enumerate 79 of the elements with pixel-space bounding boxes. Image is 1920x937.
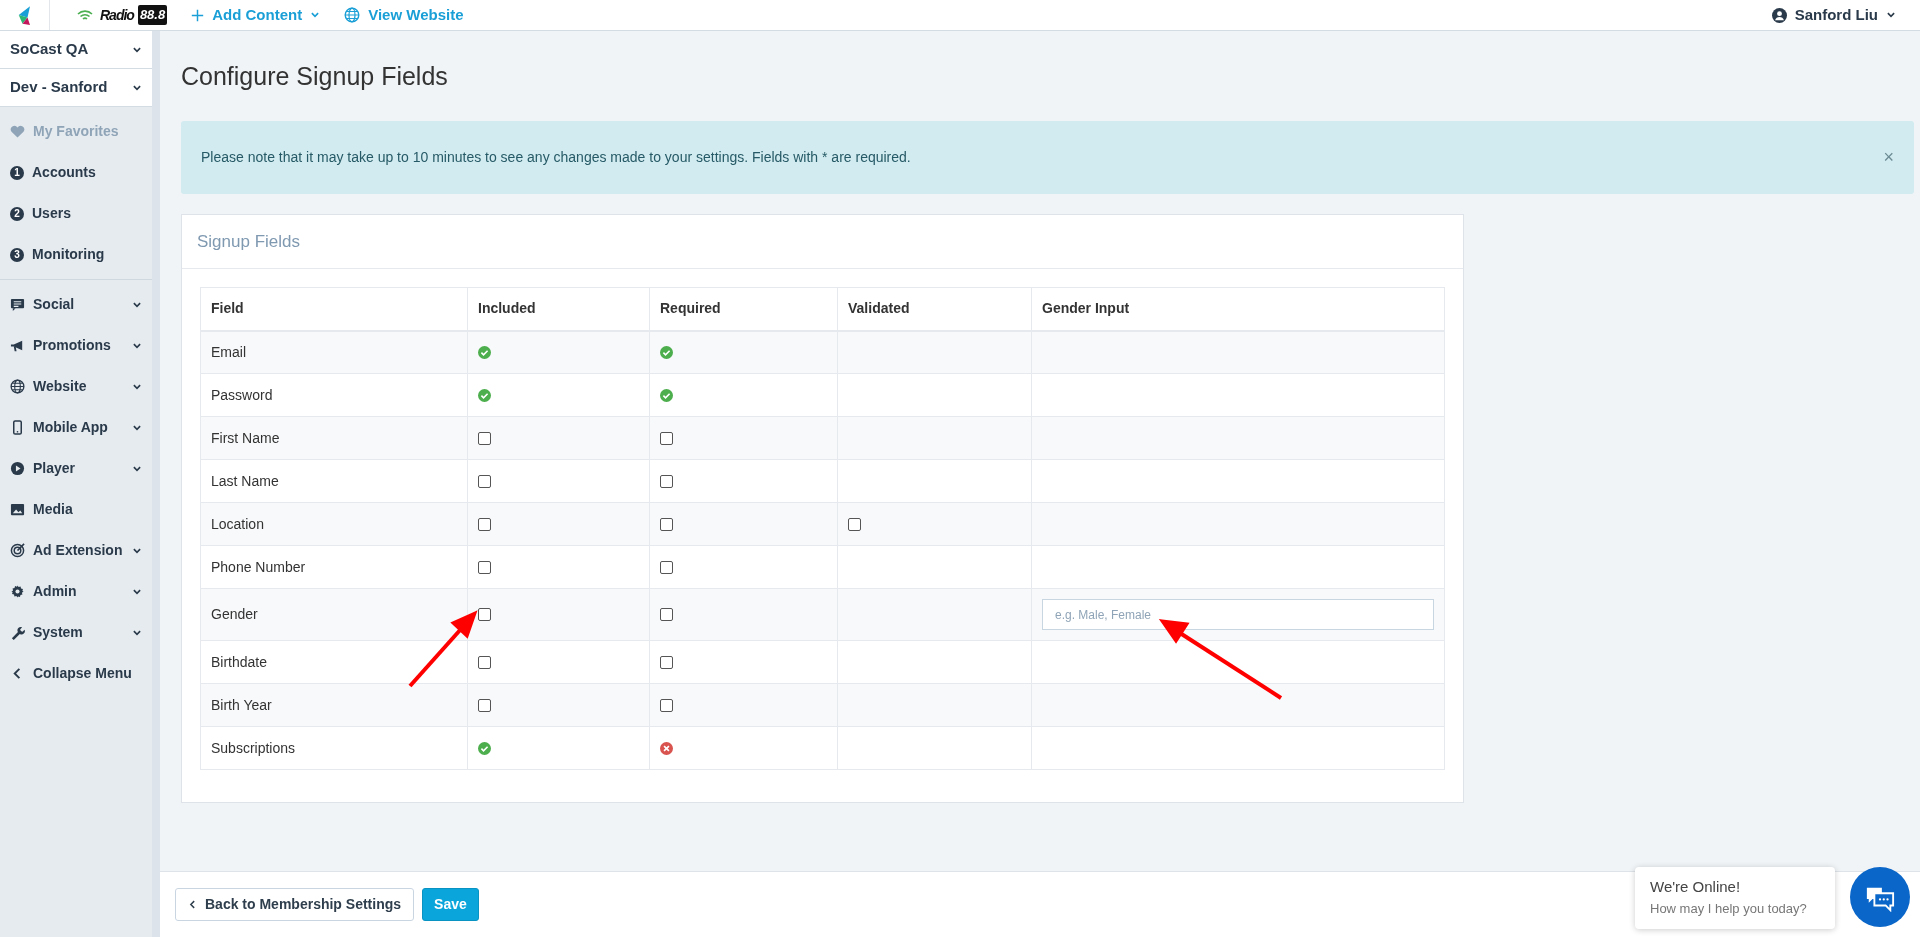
sidebar-item[interactable]: Promotions (0, 325, 152, 366)
social-icon (10, 297, 25, 312)
step-number: 1 (10, 165, 24, 180)
sidebar-item[interactable]: System (0, 612, 152, 653)
field-name: First Name (200, 416, 468, 460)
sidebar-item[interactable]: Ad Extension (0, 530, 152, 571)
check-circle-icon (660, 388, 673, 402)
globe-icon (10, 379, 25, 394)
checkbox[interactable] (660, 431, 673, 445)
checkbox[interactable] (478, 698, 491, 712)
radio-logo[interactable]: Radio 88.8 (74, 4, 168, 26)
step-number: 2 (10, 206, 24, 221)
field-name: Birthdate (200, 640, 468, 684)
check-circle-icon (478, 388, 491, 402)
column-header: Validated (837, 287, 1032, 331)
gender-input-field[interactable]: e.g. Male, Female (1042, 599, 1434, 630)
checkbox[interactable] (660, 655, 673, 669)
sidebar-item[interactable]: 3 Monitoring (0, 234, 152, 275)
site-selector[interactable]: SoCast QA (0, 31, 152, 69)
field-name: Subscriptions (200, 726, 468, 770)
checkbox[interactable] (660, 608, 673, 621)
sidebar-item[interactable]: 2 Users (0, 193, 152, 234)
checkbox[interactable] (478, 655, 491, 669)
field-name: Email (200, 330, 468, 374)
checkbox[interactable] (848, 517, 861, 531)
field-name: Location (200, 502, 468, 546)
step-number: 3 (10, 247, 24, 262)
back-button[interactable]: Back to Membership Settings (175, 888, 415, 921)
field-name: Password (200, 373, 468, 417)
checkbox[interactable] (478, 517, 491, 531)
card-title: Signup Fields (182, 215, 1463, 269)
field-name: Phone Number (200, 545, 468, 589)
checkbox[interactable] (660, 517, 673, 531)
column-header: Field (200, 287, 468, 331)
chevron-icon (1886, 10, 1896, 20)
column-header: Gender Input (1031, 287, 1445, 331)
checkbox[interactable] (478, 560, 491, 574)
plus-icon (191, 8, 205, 22)
column-header: Required (649, 287, 838, 331)
checkbox[interactable] (660, 560, 673, 574)
image-icon (10, 502, 25, 517)
sidebar-item[interactable]: Social (0, 284, 152, 325)
sidebar-item[interactable]: Media (0, 489, 152, 530)
checkbox[interactable] (478, 608, 491, 621)
check-circle-icon (478, 741, 491, 755)
site-selector[interactable]: Dev - Sanford (0, 69, 152, 107)
checkbox[interactable] (478, 474, 491, 488)
chat-popup[interactable]: We're Online! How may I help you today? (1635, 867, 1835, 929)
target-icon (10, 543, 25, 558)
checkbox[interactable] (660, 698, 673, 712)
field-name: Birth Year (200, 683, 468, 727)
field-name: Last Name (200, 459, 468, 503)
checkbox[interactable] (660, 474, 673, 488)
user-icon (1771, 7, 1787, 23)
sidebar-item[interactable]: Website (0, 366, 152, 407)
check-circle-icon (478, 345, 491, 359)
wrench-icon (10, 625, 25, 640)
user-menu[interactable]: Sanford Liu (1771, 3, 1896, 27)
gear-icon (10, 584, 25, 599)
sidebar-item[interactable]: Player (0, 448, 152, 489)
field-name: Gender (200, 588, 468, 641)
checkbox[interactable] (478, 431, 491, 445)
x-circle-icon (660, 741, 673, 755)
sidebar-item[interactable]: 1 Accounts (0, 152, 152, 193)
megaphone-icon (10, 338, 25, 353)
chat-subtitle: How may I help you today? (1650, 899, 1808, 918)
chat-title: We're Online! (1650, 877, 1742, 897)
page-title: Configure Signup Fields (181, 61, 449, 91)
chevron-left-icon (188, 900, 197, 909)
check-circle-icon (660, 345, 673, 359)
column-header: Included (467, 287, 650, 331)
alert-message: Please note that it may take up to 10 minutes to see any changes made to your settings. Fields with * are required. (201, 148, 911, 167)
sidebar-item[interactable]: Admin (0, 571, 152, 612)
sidebar-item[interactable]: Collapse Menu (0, 653, 152, 694)
sidebar-item[interactable]: Mobile App (0, 407, 152, 448)
phone-icon (10, 420, 25, 435)
heart-icon (10, 124, 25, 139)
play-icon (10, 461, 25, 476)
globe-icon (344, 7, 361, 23)
